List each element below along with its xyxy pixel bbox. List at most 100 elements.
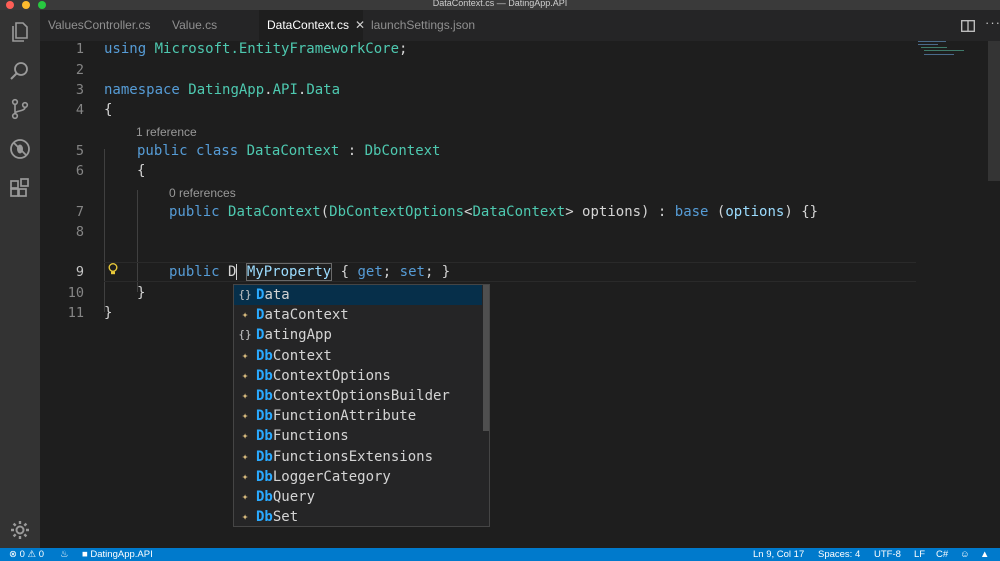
line-number: 3 xyxy=(75,82,84,98)
suggestion-item[interactable]: {} DatingApp xyxy=(234,325,482,345)
line-number: 1 xyxy=(75,41,84,57)
suggestion-rest: LoggerCategory xyxy=(272,468,391,485)
namespace-name: Microsoft.EntityFrameworkCore xyxy=(154,41,400,57)
editor[interactable]: 1 2 3 4 5 6 7 8 9 10 11 using Microsoft.… xyxy=(40,41,1000,548)
suggestion-label: DbLoggerCategory xyxy=(256,467,391,487)
match-highlight: Db xyxy=(256,347,273,364)
suggestion-item[interactable]: ✦ DbFunctionsExtensions xyxy=(234,447,482,467)
snippet-placeholder[interactable]: MyProperty xyxy=(245,263,333,281)
keyword: public xyxy=(169,204,220,220)
text-cursor xyxy=(236,264,238,280)
punctuation: { xyxy=(332,264,358,280)
code-line: using Microsoft.EntityFrameworkCore; xyxy=(104,39,407,59)
suggestion-item[interactable]: ✦ DbFunctionAttribute xyxy=(234,406,482,426)
suggestion-item[interactable]: ✦ DbLoggerCategory xyxy=(234,467,482,487)
split-editor-icon[interactable] xyxy=(961,19,975,37)
typed-text: D xyxy=(228,264,237,280)
module-icon: {} xyxy=(238,288,252,301)
line-number: 7 xyxy=(75,204,84,220)
line-number: 11 xyxy=(67,305,84,321)
type-name: DataContext xyxy=(228,204,321,220)
tab-launch-settings[interactable]: launchSettings.json xyxy=(363,10,483,41)
project-selector[interactable]: ■ DatingApp.API xyxy=(82,548,153,561)
tab-bar: ValuesController.cs Value.cs DataContext… xyxy=(40,10,1000,41)
language-mode[interactable]: C# xyxy=(936,548,948,561)
explorer-icon[interactable] xyxy=(8,20,32,44)
punctuation: ; } xyxy=(424,264,451,280)
cursor-position[interactable]: Ln 9, Col 17 xyxy=(753,548,804,561)
suggestion-rest: Query xyxy=(272,489,316,505)
source-control-icon[interactable] xyxy=(8,97,32,121)
suggestion-item[interactable]: ✦ DbContextOptionsBuilder xyxy=(234,386,482,406)
code-line: namespace DatingApp.API.Data xyxy=(104,80,340,100)
end-of-line[interactable]: LF xyxy=(914,548,925,561)
line-number: 9 xyxy=(75,264,84,280)
suggestion-item[interactable]: ✦ DbSet xyxy=(234,507,482,526)
suggestion-label: DbContext xyxy=(256,346,332,366)
suggestion-label: DataContext xyxy=(256,305,349,325)
suggestion-rest: ContextOptions xyxy=(272,367,391,384)
namespace-name: DatingApp xyxy=(188,82,265,98)
codelens-references[interactable]: 1 reference xyxy=(136,123,197,141)
more-actions-icon[interactable]: ··· xyxy=(985,15,1000,30)
type-name: DataContext xyxy=(472,204,566,220)
class-icon: ✦ xyxy=(241,409,249,423)
suggestion-rest: Functions xyxy=(272,428,349,445)
class-icon: ✦ xyxy=(241,469,249,483)
suggestion-item[interactable]: ✦ DbQuery xyxy=(234,487,482,507)
suggestion-widget[interactable]: {} Data ✦ DataContext{} DatingApp ✦ DbContext ✦… xyxy=(233,284,490,527)
settings-gear-icon[interactable] xyxy=(8,518,32,542)
keyword: get xyxy=(357,264,383,280)
extensions-icon[interactable] xyxy=(8,176,32,200)
code-line[interactable]: public D MyProperty { get; set; } xyxy=(169,262,450,282)
tab-label: ValuesController.cs xyxy=(48,18,151,32)
minimap[interactable] xyxy=(918,41,982,61)
suggestion-item[interactable]: ✦ DbFunctions xyxy=(234,426,482,446)
suggestion-item[interactable]: ✦ DataContext xyxy=(234,305,482,325)
suggestion-scrollbar[interactable] xyxy=(483,285,489,431)
match-highlight: Db xyxy=(256,367,273,384)
activity-bar xyxy=(0,10,40,548)
notifications-bell-icon[interactable]: ▲ xyxy=(980,548,989,561)
code-line: { xyxy=(137,163,146,179)
indent-guide xyxy=(104,149,105,312)
search-icon[interactable] xyxy=(8,59,32,83)
tab-value[interactable]: Value.cs xyxy=(164,10,250,41)
suggestion-rest: ataContext xyxy=(264,307,349,324)
punctuation: : xyxy=(339,143,365,159)
punctuation: . xyxy=(264,82,273,98)
suggestion-rest: ata xyxy=(264,287,290,303)
punctuation: ; xyxy=(382,264,400,280)
lightbulb-icon[interactable] xyxy=(108,263,118,278)
line-number: 8 xyxy=(75,224,84,240)
encoding[interactable]: UTF-8 xyxy=(874,548,901,561)
namespace-name: API xyxy=(272,82,298,98)
folder-icon: ■ xyxy=(82,549,88,560)
feedback-smiley-icon[interactable]: ☺ xyxy=(960,548,970,561)
vertical-scrollbar[interactable] xyxy=(984,41,1000,548)
keyword: base xyxy=(674,204,709,220)
codelens-references[interactable]: 0 references xyxy=(169,184,236,202)
code-line: } xyxy=(137,285,146,301)
match-highlight: Db xyxy=(256,509,273,526)
suggestion-item[interactable]: {} Data xyxy=(234,285,482,305)
class-icon: ✦ xyxy=(241,348,249,362)
suggestion-rest: atingApp xyxy=(264,327,332,344)
tab-values-controller[interactable]: ValuesController.cs xyxy=(40,10,154,41)
code-line: public class DataContext : DbContext xyxy=(137,141,440,161)
punctuation: ) {} xyxy=(784,204,819,220)
suggestion-item[interactable]: ✦ DbContext xyxy=(234,346,482,366)
scrollbar-thumb[interactable] xyxy=(988,41,1000,181)
flame-icon[interactable]: ♨ xyxy=(60,548,69,561)
suggestion-label: DbContextOptionsBuilder xyxy=(256,386,450,406)
suggestion-label: DbFunctions xyxy=(256,426,349,446)
indentation[interactable]: Spaces: 4 xyxy=(818,548,860,561)
suggestion-rest: ContextOptionsBuilder xyxy=(272,388,450,404)
tab-data-context[interactable]: DataContext.cs ✕ xyxy=(259,10,365,41)
match-highlight: Db xyxy=(256,408,273,425)
suggestion-item[interactable]: ✦ DbContextOptions xyxy=(234,366,482,386)
debug-icon[interactable] xyxy=(8,137,32,161)
keyword: class xyxy=(196,143,239,159)
match-highlight: Db xyxy=(256,448,273,465)
problems-indicator[interactable]: ⊗ 0 ⚠ 0 xyxy=(9,548,44,561)
